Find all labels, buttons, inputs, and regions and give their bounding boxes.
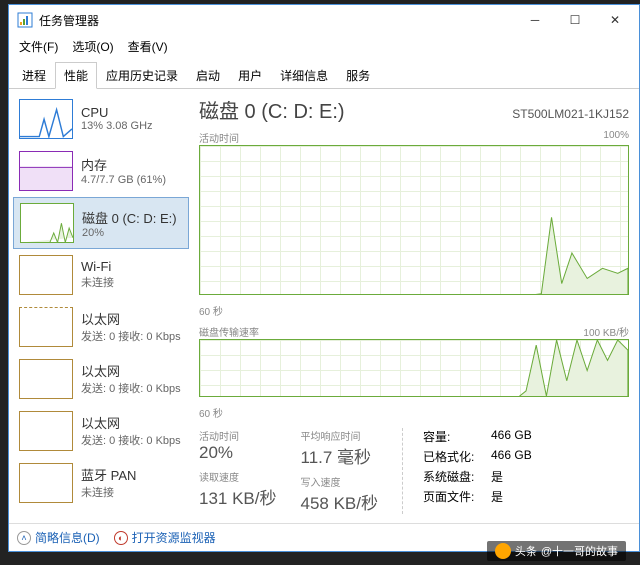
sidebar-item-label: Wi-Fi <box>81 259 114 274</box>
stat-capacity-value: 466 GB <box>491 428 532 445</box>
tab-startup[interactable]: 启动 <box>187 62 229 89</box>
sidebar-item-disk0[interactable]: 磁盘 0 (C: D: E:)20% <box>13 197 189 249</box>
tab-services[interactable]: 服务 <box>337 62 379 89</box>
stat-read-speed-value: 131 KB/秒 <box>199 484 277 509</box>
disk-model: ST500LM021-1KJ152 <box>512 107 629 121</box>
page-title: 磁盘 0 (C: D: E:) <box>199 95 345 124</box>
stat-formatted-value: 466 GB <box>491 448 532 465</box>
sidebar-item-bluetooth[interactable]: 蓝牙 PAN未连接 <box>13 457 189 509</box>
menu-bar: 文件(F) 选项(O) 查看(V) <box>9 35 639 57</box>
stat-avg-response-label: 平均响应时间 <box>301 428 379 443</box>
menu-file[interactable]: 文件(F) <box>13 36 64 57</box>
stat-formatted-label: 已格式化: <box>423 448 483 465</box>
close-button[interactable]: ✕ <box>595 6 635 34</box>
stat-active-time-value: 20% <box>199 443 277 463</box>
ethernet-sparkline <box>19 411 73 451</box>
stat-avg-response-value: 11.7 毫秒 <box>301 443 379 468</box>
stat-system-disk-value: 是 <box>491 468 503 485</box>
window-title: 任务管理器 <box>39 12 99 29</box>
ethernet-sparkline <box>19 307 73 347</box>
stat-active-time-label: 活动时间 <box>199 428 277 443</box>
stat-system-disk-label: 系统磁盘: <box>423 468 483 485</box>
stat-page-file-label: 页面文件: <box>423 488 483 505</box>
sidebar-item-wifi[interactable]: Wi-Fi未连接 <box>13 249 189 301</box>
titlebar[interactable]: 任务管理器 ─ ☐ ✕ <box>9 5 639 35</box>
resmon-icon: ◐ <box>114 531 128 545</box>
menu-view[interactable]: 查看(V) <box>122 36 174 57</box>
disk-sparkline <box>20 203 74 243</box>
chart2-label: 磁盘传输速率 <box>199 324 259 339</box>
ethernet-sparkline <box>19 359 73 399</box>
tab-details[interactable]: 详细信息 <box>271 62 337 89</box>
chart1-label: 活动时间 <box>199 130 239 145</box>
stat-write-speed-label: 写入速度 <box>301 474 379 489</box>
app-icon <box>17 12 33 28</box>
sidebar-item-label: 磁盘 0 (C: D: E:) <box>82 208 177 227</box>
cpu-sparkline <box>19 99 73 139</box>
memory-sparkline <box>19 151 73 191</box>
chevron-up-icon: ˄ <box>17 531 31 545</box>
sidebar-item-label: 以太网 <box>81 361 181 380</box>
minimize-button[interactable]: ─ <box>515 6 555 34</box>
avatar-icon <box>495 543 511 559</box>
sidebar-item-cpu[interactable]: CPU13% 3.08 GHz <box>13 93 189 145</box>
sidebar-item-ethernet-1[interactable]: 以太网发送: 0 接收: 0 Kbps <box>13 301 189 353</box>
tab-processes[interactable]: 进程 <box>13 62 55 89</box>
wifi-sparkline <box>19 255 73 295</box>
sidebar-item-ethernet-2[interactable]: 以太网发送: 0 接收: 0 Kbps <box>13 353 189 405</box>
stat-page-file-value: 是 <box>491 488 503 505</box>
maximize-button[interactable]: ☐ <box>555 6 595 34</box>
menu-options[interactable]: 选项(O) <box>66 36 119 57</box>
sidebar-item-label: 以太网 <box>81 413 181 432</box>
sidebar-item-label: 蓝牙 PAN <box>81 465 136 484</box>
bluetooth-sparkline <box>19 463 73 503</box>
sidebar-item-ethernet-3[interactable]: 以太网发送: 0 接收: 0 Kbps <box>13 405 189 457</box>
task-manager-window: 任务管理器 ─ ☐ ✕ 文件(F) 选项(O) 查看(V) 进程 性能 应用历史… <box>8 4 640 552</box>
stat-write-speed-value: 458 KB/秒 <box>301 489 379 514</box>
open-resmon-link[interactable]: ◐打开资源监视器 <box>114 529 216 546</box>
chart2-xaxis: 60 秒 <box>199 405 223 420</box>
activity-chart <box>199 145 629 295</box>
brief-info-link[interactable]: ˄简略信息(D) <box>17 529 100 546</box>
watermark: 头条 @十一哥的故事 <box>487 541 626 561</box>
chart2-max: 100 KB/秒 <box>583 324 629 339</box>
sidebar-item-label: 以太网 <box>81 309 181 328</box>
stat-read-speed-label: 读取速度 <box>199 469 277 484</box>
transfer-chart <box>199 339 629 397</box>
sidebar: CPU13% 3.08 GHz 内存4.7/7.7 GB (61%) 磁盘 0 … <box>9 89 189 523</box>
stat-capacity-label: 容量: <box>423 428 483 445</box>
sidebar-item-label: 内存 <box>81 155 166 174</box>
sidebar-item-memory[interactable]: 内存4.7/7.7 GB (61%) <box>13 145 189 197</box>
chart1-xaxis: 60 秒 <box>199 303 223 318</box>
chart1-max: 100% <box>603 130 629 145</box>
main-panel: 磁盘 0 (C: D: E:) ST500LM021-1KJ152 活动时间 10… <box>189 89 639 523</box>
tab-app-history[interactable]: 应用历史记录 <box>97 62 187 89</box>
tab-performance[interactable]: 性能 <box>55 62 97 89</box>
sidebar-item-label: CPU <box>81 105 153 120</box>
tab-users[interactable]: 用户 <box>229 62 271 89</box>
tab-strip: 进程 性能 应用历史记录 启动 用户 详细信息 服务 <box>9 61 639 89</box>
